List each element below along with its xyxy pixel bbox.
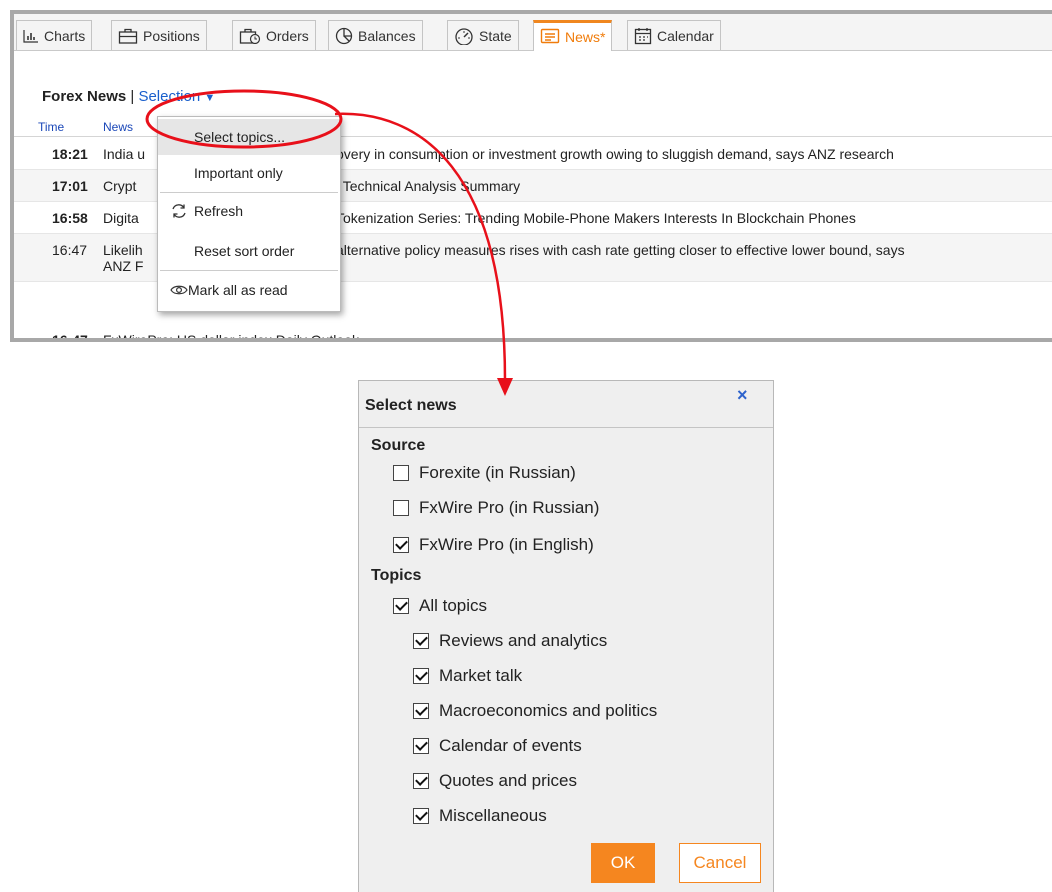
topic-checkbox[interactable]: Quotes and prices (413, 771, 577, 791)
topic-checkbox[interactable]: Miscellaneous (413, 806, 547, 826)
all-topics-checkbox[interactable]: All topics (393, 596, 487, 616)
checkbox-label: All topics (419, 596, 488, 615)
menu-item-reset-sort-order[interactable]: Reset sort order (158, 233, 340, 269)
checkbox-checked[interactable] (413, 738, 429, 754)
news-time: 18:21 (52, 146, 88, 162)
eye-icon (170, 285, 188, 295)
menu-item-important-only[interactable]: Important only (158, 155, 340, 191)
briefcase-clock-icon (239, 28, 261, 44)
feed-title: Forex News | Selection ▼ (42, 88, 215, 105)
checkbox-checked[interactable] (413, 633, 429, 649)
bar-chart-icon (23, 29, 38, 43)
checkbox-label: Macroeconomics and politics (439, 701, 658, 720)
tab-orders[interactable]: Orders (232, 20, 316, 50)
checkbox-label: Quotes and prices (439, 771, 577, 790)
tab-label: Orders (266, 27, 309, 44)
checkbox-checked[interactable] (413, 668, 429, 684)
menu-divider (160, 270, 338, 271)
menu-item-refresh[interactable]: Refresh (158, 193, 340, 229)
tab-label: Positions (143, 27, 200, 44)
news-row[interactable]: 16:47 FxWirePro: US dollar index Daily O… (14, 324, 1052, 342)
checkbox-checked[interactable] (413, 703, 429, 719)
title-separator: | (130, 88, 135, 105)
source-checkbox[interactable]: FxWire Pro (in English) (393, 535, 594, 555)
news-headline: FxWirePro: US dollar index Daily Outlook (103, 332, 359, 342)
tab-calendar[interactable]: Calendar (627, 20, 721, 50)
checkbox-label: FxWire Pro (in English) (419, 535, 594, 554)
cancel-button[interactable]: Cancel (679, 843, 761, 883)
news-time: 17:01 (52, 178, 88, 194)
tab-bar: Charts Positions Orders Balances State N… (14, 14, 1052, 51)
checkbox-label: Forexite (in Russian) (419, 463, 576, 482)
checkbox-label: Miscellaneous (439, 806, 547, 825)
tab-label: News* (565, 29, 606, 45)
tab-charts[interactable]: Charts (16, 20, 93, 50)
context-menu: Select topics... Important only Refresh … (157, 116, 341, 312)
tab-state[interactable]: State (447, 20, 519, 50)
selection-dropdown[interactable]: Selection (138, 88, 200, 105)
source-checkbox[interactable]: Forexite (in Russian) (393, 463, 576, 483)
source-heading: Source (371, 437, 426, 454)
select-news-dialog: Select news × Source Forexite (in Russia… (358, 380, 774, 892)
checkbox-label: Reviews and analytics (439, 631, 608, 650)
checkbox-label: Market talk (439, 666, 523, 685)
topic-checkbox[interactable]: Reviews and analytics (413, 631, 607, 651)
briefcase-icon (118, 28, 138, 44)
checkbox-label: FxWire Pro (in Russian) (419, 498, 600, 517)
checkbox-checked[interactable] (393, 537, 409, 553)
column-time[interactable]: Time (38, 120, 64, 134)
pie-chart-icon (335, 27, 353, 44)
gauge-icon (455, 27, 473, 45)
close-icon[interactable]: × (737, 385, 748, 406)
dialog-title: Select news (365, 397, 457, 414)
tab-balances[interactable]: Balances (328, 20, 423, 50)
topic-checkbox[interactable]: Market talk (413, 666, 522, 686)
menu-item-mark-all-read[interactable]: Mark all as read (158, 272, 340, 308)
news-time: 16:58 (52, 210, 88, 226)
feed-name: Forex News (42, 88, 127, 105)
column-news[interactable]: News (103, 120, 133, 134)
news-time: 16:47 (52, 242, 88, 258)
topic-checkbox[interactable]: Macroeconomics and politics (413, 701, 657, 721)
checkbox-checked[interactable] (413, 808, 429, 824)
tab-news[interactable]: News* (533, 20, 613, 51)
tab-label: Charts (44, 27, 86, 44)
checkbox-unchecked[interactable] (393, 465, 409, 481)
tab-label: Balances (358, 27, 416, 44)
calendar-icon (634, 27, 652, 44)
news-icon (540, 28, 560, 44)
checkbox-checked[interactable] (393, 598, 409, 614)
source-checkbox[interactable]: FxWire Pro (in Russian) (393, 498, 599, 518)
checkbox-unchecked[interactable] (393, 500, 409, 516)
topics-heading: Topics (371, 567, 422, 584)
tab-label: Calendar (657, 27, 714, 44)
tab-label: State (479, 27, 512, 44)
ok-button[interactable]: OK (591, 843, 655, 883)
topic-checkbox[interactable]: Calendar of events (413, 736, 582, 756)
news-time: 16:47 (52, 332, 88, 342)
chevron-down-icon[interactable]: ▼ (204, 92, 215, 104)
menu-item-select-topics[interactable]: Select topics... (158, 119, 340, 155)
dialog-divider (359, 427, 773, 428)
tab-positions[interactable]: Positions (111, 20, 207, 50)
refresh-icon (172, 204, 186, 218)
checkbox-label: Calendar of events (439, 736, 582, 755)
news-panel: Charts Positions Orders Balances State N… (10, 10, 1052, 342)
checkbox-checked[interactable] (413, 773, 429, 789)
